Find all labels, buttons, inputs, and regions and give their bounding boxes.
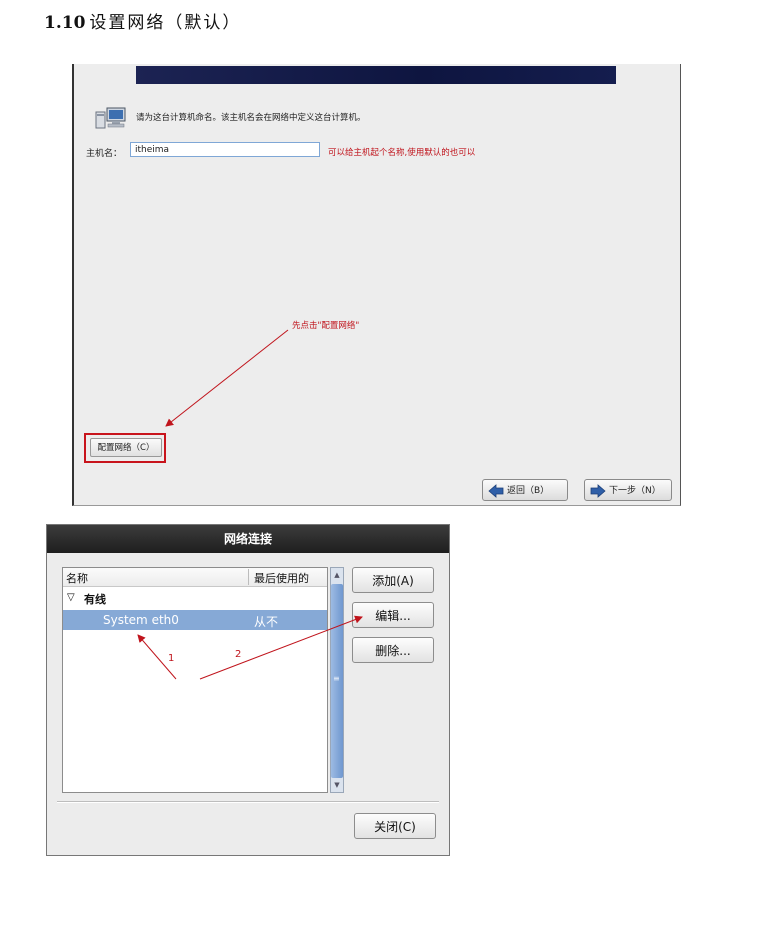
arrow-to-configure-button: [165, 329, 289, 427]
annotation-arrows: [137, 329, 363, 680]
arrow-to-eth0-row: [137, 634, 177, 680]
arrow-to-edit-button: [199, 615, 363, 680]
